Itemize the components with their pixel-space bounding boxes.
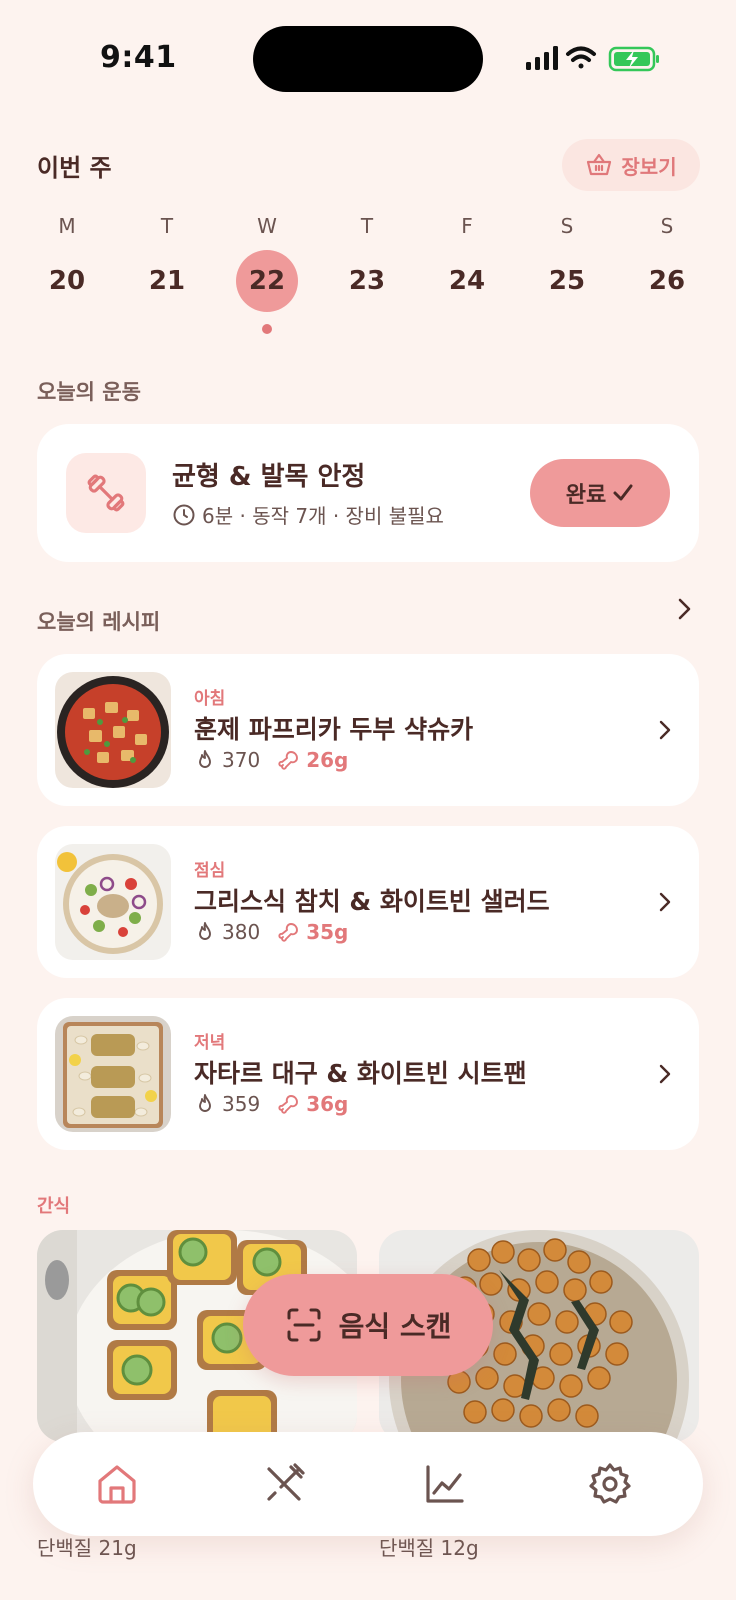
day-letter: S	[660, 214, 674, 238]
flame-icon	[199, 1094, 211, 1112]
recipe-name: 자타르 대구 & 화이트빈 시트팬	[194, 1059, 527, 1088]
complete-button[interactable]: 완료	[530, 459, 670, 527]
tab-progress[interactable]	[419, 1458, 471, 1510]
recipe-meal-type: 점심	[194, 861, 226, 881]
utensils-icon	[267, 1463, 305, 1501]
calendar-day[interactable]: F 24	[417, 212, 517, 332]
signal-icon	[526, 46, 558, 70]
clock-icon	[173, 504, 195, 525]
workout-title: 균형 & 발목 안정	[172, 462, 366, 492]
grocery-button[interactable]: 장보기	[562, 139, 700, 191]
protein-drumstick-icon	[278, 751, 299, 770]
snack-protein: 단백질 21g	[37, 1536, 137, 1560]
chevron-right-icon[interactable]	[672, 596, 696, 622]
tab-recipes[interactable]	[258, 1458, 310, 1510]
workout-icon-tile	[66, 453, 146, 533]
chevron-right-icon	[659, 892, 671, 912]
scan-food-button[interactable]: 음식 스캔	[243, 1274, 493, 1376]
day-number: 23	[348, 266, 386, 296]
check-icon	[613, 484, 633, 501]
workout-section-label: 오늘의 운동	[37, 380, 141, 404]
dumbbell-icon	[87, 474, 125, 512]
recipe-protein: 35g	[306, 920, 349, 944]
recipe-card[interactable]: 저녁 자타르 대구 & 화이트빈 시트팬 359 36g	[37, 998, 699, 1150]
day-number: 20	[48, 266, 86, 296]
day-letter: T	[160, 214, 174, 238]
day-number: 24	[448, 266, 486, 296]
recipe-kcal: 370	[222, 748, 261, 772]
day-number: 25	[548, 266, 586, 296]
chevron-right-icon	[659, 1064, 671, 1084]
workout-card[interactable]: 균형 & 발목 안정 6분 · 동작 7개 · 장비 불필요 완료	[37, 424, 699, 562]
tab-bar	[33, 1432, 703, 1536]
complete-label: 완료	[565, 483, 607, 508]
tab-settings[interactable]	[584, 1458, 636, 1510]
snack-protein: 단백질 12g	[379, 1536, 479, 1560]
today-dot	[262, 324, 272, 334]
status-time: 9:41	[100, 40, 177, 75]
dynamic-island	[253, 26, 483, 92]
recipe-stats: 370 26g	[194, 748, 348, 772]
recipe-card[interactable]: 아침 훈제 파프리카 두부 샥슈카 370 26g	[37, 654, 699, 806]
recipe-meal-type: 아침	[194, 689, 226, 709]
recipe-name: 훈제 파프리카 두부 샥슈카	[194, 715, 474, 744]
recipe-meal-type: 저녁	[194, 1033, 226, 1053]
recipe-stats: 380 35g	[194, 920, 348, 944]
recipe-name: 그리스식 참치 & 화이트빈 샐러드	[194, 887, 550, 916]
recipe-kcal: 359	[222, 1092, 261, 1116]
recipe-protein: 36g	[306, 1092, 349, 1116]
recipe-stats: 359 36g	[194, 1092, 348, 1116]
day-letter: T	[360, 214, 374, 238]
recipe-protein: 26g	[306, 748, 349, 772]
recipe-card[interactable]: 점심 그리스식 참치 & 화이트빈 샐러드 380 35g	[37, 826, 699, 978]
status-icons	[526, 44, 676, 74]
settings-icon	[589, 1463, 631, 1504]
wifi-icon	[566, 46, 596, 69]
calendar-day[interactable]: T 23	[317, 212, 417, 332]
basket-icon	[587, 153, 612, 176]
flame-icon	[199, 750, 211, 768]
calendar-day[interactable]: M 20	[17, 212, 117, 332]
snacks-section-label: 간식	[37, 1196, 71, 1217]
home-icon	[98, 1465, 136, 1504]
protein-drumstick-icon	[278, 1095, 299, 1114]
day-number: 21	[148, 266, 186, 296]
recipes-section-label: 오늘의 레시피	[37, 610, 161, 634]
recipe-image-shakshuka	[55, 672, 171, 788]
recipe-image-tuna-salad	[55, 844, 171, 960]
calendar-day[interactable]: S 25	[517, 212, 617, 332]
day-letter: F	[461, 214, 473, 238]
day-letter: M	[58, 214, 76, 238]
day-number: 26	[648, 266, 686, 296]
day-letter: S	[560, 214, 574, 238]
chart-icon	[426, 1465, 464, 1503]
chevron-right-icon	[659, 720, 671, 740]
battery-icon	[608, 46, 659, 72]
workout-meta-row: 6분 · 동작 7개 · 장비 불필요	[172, 500, 444, 529]
scan-icon	[287, 1308, 321, 1342]
recipe-image-cod-sheetpan	[55, 1016, 171, 1132]
workout-meta: 6분 · 동작 7개 · 장비 불필요	[202, 504, 444, 528]
day-letter: W	[257, 214, 277, 238]
calendar-day[interactable]: S 26	[617, 212, 717, 332]
calendar-day-selected[interactable]: W 22	[217, 212, 317, 334]
scan-food-label: 음식 스캔	[338, 1310, 452, 1343]
grocery-label: 장보기	[621, 154, 677, 179]
week-title: 이번 주	[37, 154, 112, 182]
tab-home[interactable]	[91, 1458, 143, 1510]
day-number: 22	[248, 266, 286, 296]
protein-drumstick-icon	[278, 923, 299, 942]
recipe-kcal: 380	[222, 920, 261, 944]
calendar-day[interactable]: T 21	[117, 212, 217, 332]
week-calendar: M 20 T 21 W 22 T 23 F 24 S 25 S 26	[17, 212, 717, 334]
flame-icon	[199, 922, 211, 940]
